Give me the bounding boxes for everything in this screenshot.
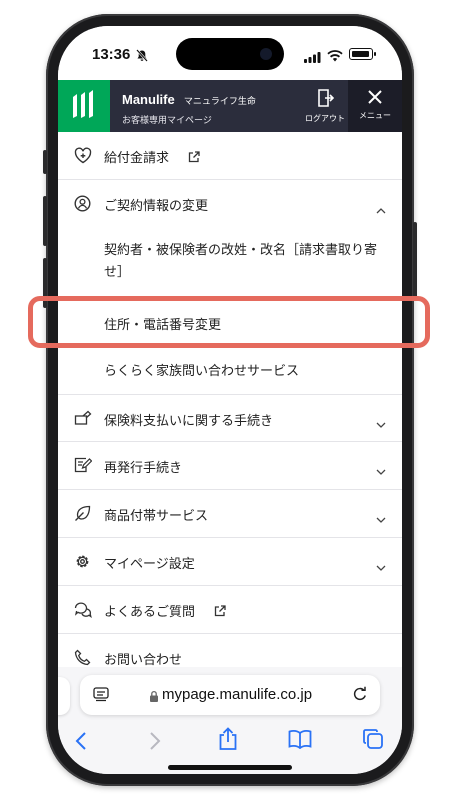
menu-item-benefit-claim[interactable]: 給付金請求 — [58, 132, 402, 180]
menu-item-mypage-settings[interactable]: マイページ設定 — [58, 538, 402, 586]
app-header: Manulife マニュライフ生命 お客様専用マイページ ログアウト メニュー — [58, 80, 402, 132]
external-link-icon — [188, 148, 200, 167]
card-hand-icon — [74, 410, 92, 430]
wifi-icon — [327, 47, 343, 66]
navigation-menu: 給付金請求 ご契約情報の変更 契約者・被保険者の改姓・改名［請求書取り寄せ］ 住… — [58, 132, 402, 667]
menu-item-label: よくあるご質問 — [104, 605, 196, 620]
phone-screen: 13:36 Manulife マニュライフ生命 お客様専用マイページ ログアウト… — [58, 26, 402, 774]
lock-icon — [149, 688, 159, 707]
bookmarks-icon[interactable] — [288, 729, 312, 753]
browser-toolbar — [58, 727, 402, 757]
leaf-icon — [74, 505, 91, 526]
chevron-down-icon — [376, 461, 386, 480]
chevron-down-icon — [376, 509, 386, 528]
menu-item-contact[interactable]: お問い合わせ — [58, 634, 402, 667]
silent-switch — [43, 150, 47, 174]
silent-bell-icon — [136, 47, 148, 66]
chat-bubbles-icon — [74, 601, 92, 622]
submenu-item-family-inquiry-service[interactable]: らくらく家族問い合わせサービス — [104, 360, 299, 379]
logout-icon — [318, 89, 335, 107]
menu-item-reissue[interactable]: 再発行手続き — [58, 442, 402, 490]
menu-item-label: ご契約情報の変更 — [104, 199, 209, 214]
menu-item-label: マイページ設定 — [104, 557, 195, 572]
logout-label: ログアウト — [305, 114, 345, 123]
reader-mode-icon[interactable] — [93, 686, 109, 706]
url-text: mypage.manulife.co.jp — [162, 686, 313, 703]
menu-item-product-services[interactable]: 商品付帯サービス — [58, 490, 402, 538]
forward-arrow-icon[interactable] — [149, 731, 161, 755]
battery-icon — [349, 48, 376, 60]
menu-item-premium-payment[interactable]: 保険料支払いに関する手続き — [58, 394, 402, 442]
signal-icon — [304, 48, 321, 67]
menu-item-label: お問い合わせ — [104, 653, 183, 667]
manulife-logo[interactable] — [58, 80, 110, 132]
site-name: お客様専用マイページ — [122, 116, 212, 126]
tabs-icon[interactable] — [362, 728, 384, 754]
previous-tab-peek[interactable] — [58, 677, 70, 715]
menu-item-label: 再発行手続き — [104, 461, 183, 476]
menu-item-label: 給付金請求 — [104, 151, 170, 166]
browser-bottom-bar: mypage.manulife.co.jp — [58, 667, 402, 774]
document-edit-icon — [74, 457, 93, 477]
external-link-icon — [214, 602, 226, 621]
status-bar: 13:36 — [58, 26, 402, 80]
chevron-up-icon — [376, 199, 386, 218]
menu-label: メニュー — [359, 111, 391, 120]
close-icon — [368, 90, 382, 104]
share-icon[interactable] — [218, 727, 238, 755]
dynamic-island — [176, 38, 284, 70]
highlight-frame — [28, 296, 430, 348]
menu-item-label: 保険料支払いに関する手続き — [104, 414, 274, 429]
menu-item-label: 商品付帯サービス — [104, 509, 209, 524]
brand-block: Manulife マニュライフ生命 お客様専用マイページ — [122, 89, 256, 126]
brand-sub: マニュライフ生命 — [183, 97, 256, 107]
power-button — [413, 222, 417, 300]
back-arrow-icon[interactable] — [75, 731, 87, 755]
status-time: 13:36 — [92, 46, 131, 63]
heart-plus-icon — [74, 147, 92, 168]
volume-up-button — [43, 196, 47, 246]
menu-item-faq[interactable]: よくあるご質問 — [58, 586, 402, 634]
menu-item-contract-change[interactable]: ご契約情報の変更 — [58, 180, 402, 228]
address-bar[interactable]: mypage.manulife.co.jp — [80, 675, 380, 715]
brand-name: Manulife — [122, 92, 175, 107]
reload-icon[interactable] — [352, 686, 368, 706]
phone-icon — [74, 649, 91, 667]
menu-close-button[interactable]: メニュー — [348, 80, 402, 132]
home-indicator — [168, 765, 292, 770]
gear-icon — [74, 553, 91, 574]
chevron-down-icon — [376, 414, 386, 433]
submenu-item-name-change[interactable]: 契約者・被保険者の改姓・改名［請求書取り寄せ］ — [104, 240, 394, 284]
user-circle-icon — [74, 195, 91, 216]
logout-button[interactable]: ログアウト — [302, 80, 348, 132]
chevron-down-icon — [376, 557, 386, 576]
